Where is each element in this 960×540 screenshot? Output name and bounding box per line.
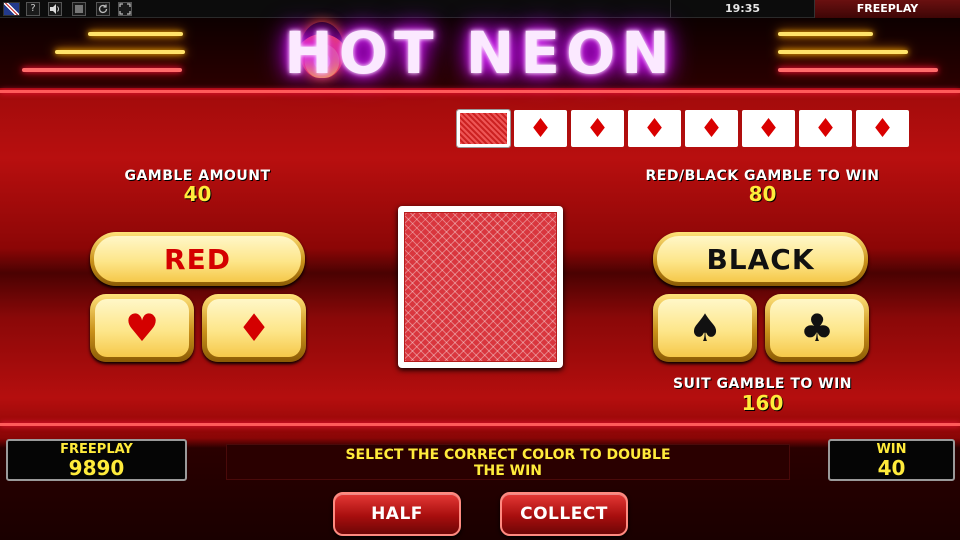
card-back-pattern [404, 212, 557, 362]
reload-icon[interactable] [96, 2, 110, 16]
diamonds-button[interactable]: ♦ [202, 294, 306, 362]
collect-button[interactable]: COLLECT [500, 492, 628, 536]
win-value: 40 [877, 456, 906, 480]
balance-panel: FREEPLAY 9890 [6, 439, 187, 481]
gamble-amount-value: 40 [183, 182, 212, 206]
red-button-label: RED [94, 236, 301, 282]
win-panel: WIN 40 [828, 439, 955, 481]
half-button[interactable]: HALF [333, 492, 461, 536]
logo-band: HOT NEON [0, 18, 960, 88]
balance-label: FREEPLAY [60, 442, 133, 457]
history-card-diamond: ♦ [742, 110, 795, 147]
neon-line-decoration [55, 50, 185, 54]
card-history: ♦ ♦ ♦ ♦ ♦ ♦ ♦ [456, 109, 909, 148]
history-card-diamond: ♦ [628, 110, 681, 147]
spade-icon: ♠ [658, 299, 752, 357]
history-card-diamond: ♦ [571, 110, 624, 147]
stop-icon[interactable] [72, 2, 86, 16]
game-logo: HOT NEON [284, 19, 676, 87]
sound-icon[interactable] [48, 2, 62, 16]
message-line: THE WIN [473, 463, 543, 479]
club-icon: ♣ [770, 299, 864, 357]
game-stage: HOT NEON ♦ ♦ ♦ ♦ ♦ ♦ ♦ GAMBLE AMOUNT 40 RED/BL… [0, 18, 960, 540]
black-button[interactable]: BLACK [653, 232, 868, 286]
help-icon[interactable]: ? [26, 2, 40, 16]
instruction-message: SELECT THE CORRECT COLOR TO DOUBLE THE W… [226, 444, 790, 480]
win-label: WIN [876, 442, 907, 457]
red-button[interactable]: RED [90, 232, 305, 286]
neon-line-decoration [778, 50, 908, 54]
balance-value: 9890 [68, 456, 125, 480]
divider [0, 90, 960, 93]
neon-line-decoration [88, 32, 183, 36]
face-down-card [398, 206, 563, 368]
history-card-back [456, 109, 511, 148]
neon-line-decoration [778, 32, 873, 36]
clubs-button[interactable]: ♣ [765, 294, 869, 362]
heart-icon: ♥ [95, 299, 189, 357]
message-line: SELECT THE CORRECT COLOR TO DOUBLE [345, 447, 671, 463]
hearts-button[interactable]: ♥ [90, 294, 194, 362]
neon-line-decoration [778, 68, 938, 72]
divider [670, 0, 671, 18]
diamond-icon: ♦ [207, 299, 301, 357]
color-gamble-win-value: 80 [748, 182, 777, 206]
freeplay-mode-tab: FREEPLAY [815, 0, 960, 18]
history-card-diamond: ♦ [799, 110, 852, 147]
suit-gamble-win-label: SUIT GAMBLE TO WIN [672, 376, 853, 392]
uk-flag-icon[interactable] [3, 2, 20, 16]
spades-button[interactable]: ♠ [653, 294, 757, 362]
black-button-label: BLACK [657, 236, 864, 282]
neon-line-decoration [22, 68, 182, 72]
history-card-diamond: ♦ [514, 110, 567, 147]
suit-gamble-win-value: 160 [741, 391, 784, 415]
divider [0, 423, 960, 426]
history-card-diamond: ♦ [685, 110, 738, 147]
fullscreen-icon[interactable] [118, 2, 132, 16]
history-card-diamond: ♦ [856, 110, 909, 147]
clock: 19:35 [724, 2, 760, 15]
system-bar: ? 19:35 FREEPLAY [0, 0, 960, 18]
